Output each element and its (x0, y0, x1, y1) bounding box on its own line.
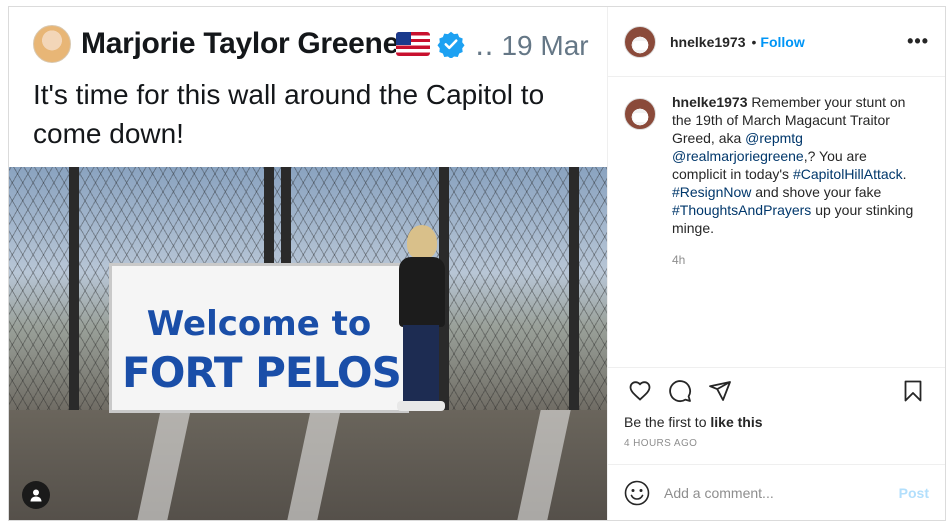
tweet-date: ‥ 19 Mar (475, 30, 589, 61)
caption-timestamp[interactable]: 4h (672, 253, 929, 267)
comment-input[interactable] (664, 484, 899, 501)
comments-section: hnelke1973 Remember your stunt on the 19… (608, 77, 945, 367)
caption: hnelke1973 Remember your stunt on the 19… (624, 93, 929, 237)
follow-button[interactable]: Follow (760, 34, 804, 50)
post-username[interactable]: hnelke1973 (670, 34, 746, 50)
dot-separator: • (751, 33, 757, 50)
fence-post (569, 167, 579, 427)
bookmark-icon[interactable] (893, 371, 933, 411)
caption-text-part: . (902, 166, 907, 182)
comment-bar: Post (608, 464, 945, 520)
tweet-text: It's time for this wall around the Capit… (33, 79, 545, 149)
sign-line-1: Welcome to (146, 304, 372, 344)
post-modal: Marjorie Taylor Greene ‥ 19 Mar It's tim… (8, 6, 946, 521)
flag-us-icon (396, 32, 430, 56)
mention-link[interactable]: @realmarjoriegreene (672, 148, 804, 164)
sign-line-2: FORT PELOSI (122, 348, 416, 397)
posted-time[interactable]: 4 HOURS AGO (608, 434, 945, 464)
heart-icon[interactable] (620, 371, 660, 411)
share-icon[interactable] (700, 371, 740, 411)
post-sidebar: hnelke1973 • Follow ••• hnelke1973 Remem… (608, 7, 945, 520)
hashtag-link[interactable]: #ThoughtsAndPrayers (672, 202, 811, 218)
hashtag-link[interactable]: #ResignNow (672, 184, 751, 200)
like-this-link[interactable]: like this (710, 414, 762, 430)
fence-post (69, 167, 79, 427)
user-tag-icon[interactable] (22, 481, 50, 509)
hashtag-link[interactable]: #CapitolHillAttack (793, 166, 903, 182)
fort-pelosi-sign: Welcome to FORT PELOSI (109, 263, 416, 413)
person-figure (387, 225, 457, 415)
action-bar (608, 367, 945, 414)
avatar[interactable] (624, 25, 656, 58)
likes-prefix: Be the first to (624, 414, 711, 430)
mention-link[interactable]: @repmtg (745, 130, 803, 146)
post-header: hnelke1973 • Follow ••• (608, 7, 945, 77)
tweet-author-name: Marjorie Taylor Greene (81, 27, 399, 60)
fence-photo: Welcome to FORT PELOSI (9, 167, 607, 520)
verified-icon (437, 31, 465, 58)
tweet-screenshot-header: Marjorie Taylor Greene ‥ 19 Mar It's tim… (9, 7, 607, 167)
likes-text: Be the first to like this (608, 414, 945, 434)
tweet-author-avatar (33, 25, 71, 63)
post-image[interactable]: Marjorie Taylor Greene ‥ 19 Mar It's tim… (9, 7, 608, 520)
caption-text: hnelke1973 Remember your stunt on the 19… (672, 93, 924, 237)
caption-username[interactable]: hnelke1973 (672, 94, 748, 110)
caption-avatar[interactable] (624, 98, 656, 130)
more-icon[interactable]: ••• (907, 31, 929, 52)
comment-icon[interactable] (660, 371, 700, 411)
emoji-icon[interactable] (624, 480, 650, 506)
post-comment-button[interactable]: Post (899, 485, 929, 501)
caption-text-part: and shove your fake (751, 184, 882, 200)
